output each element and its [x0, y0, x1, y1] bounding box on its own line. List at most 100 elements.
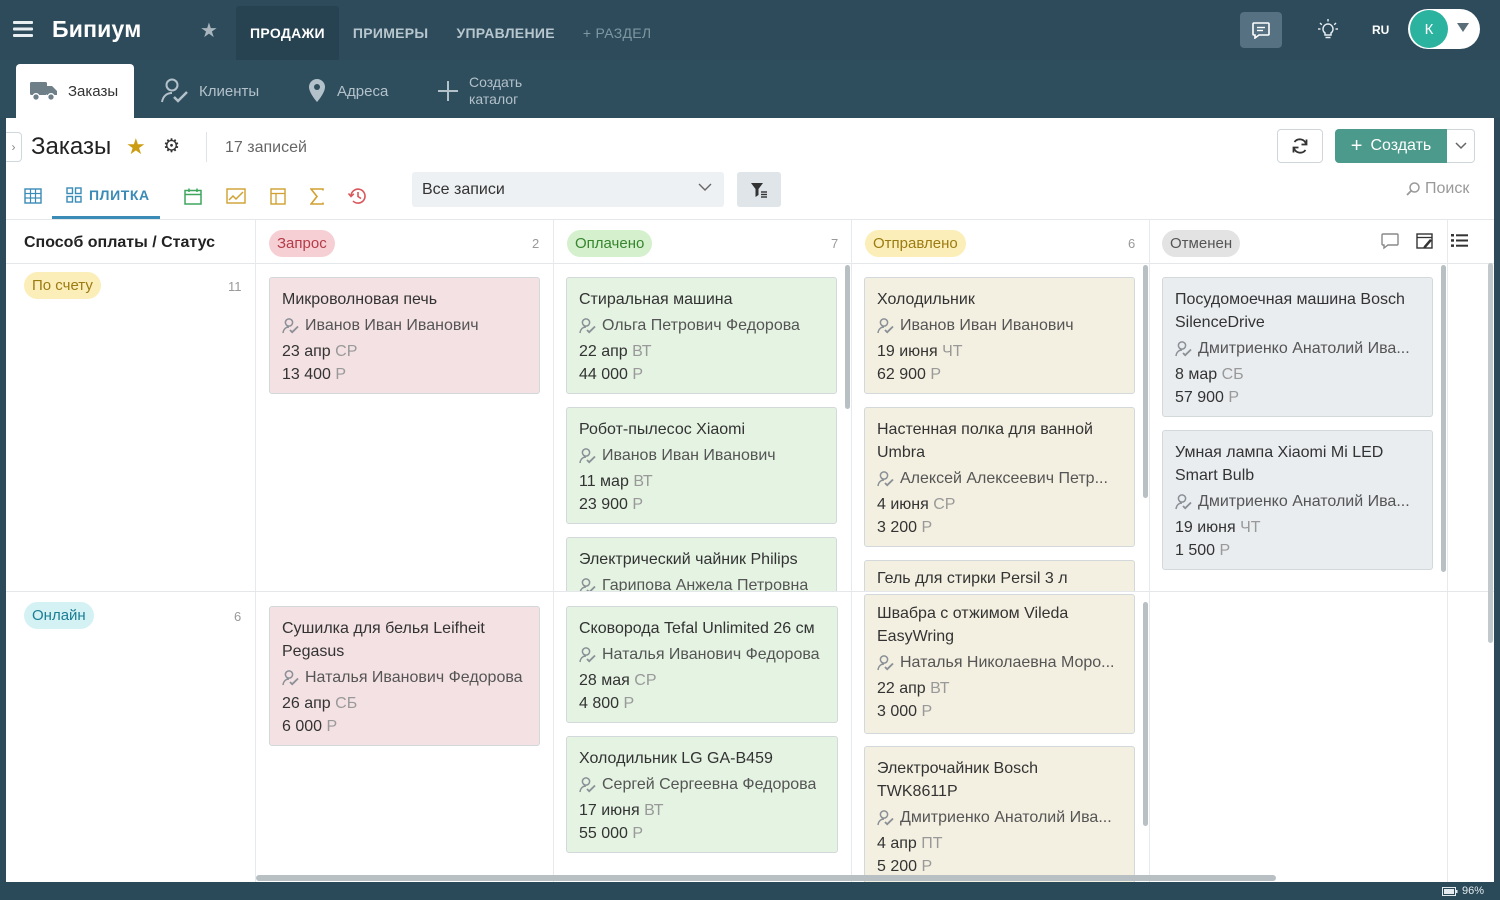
card-title: Электрический чайник Philips — [579, 551, 798, 568]
nav-examples[interactable]: ПРИМЕРЫ — [339, 6, 443, 60]
avatar[interactable]: К — [1410, 10, 1448, 48]
menu-icon[interactable] — [13, 20, 33, 38]
user-icon — [877, 654, 894, 670]
tab-clients-label: Клиенты — [199, 82, 260, 100]
tab-clients[interactable]: Клиенты — [161, 64, 259, 118]
search-label: Поиск — [1425, 180, 1470, 197]
view-history-button[interactable] — [347, 173, 367, 219]
chevron-down-icon — [1454, 142, 1467, 150]
horizontal-scrollbar[interactable] — [256, 875, 1276, 881]
group-count-online: 6 — [234, 609, 242, 624]
view-chart-button[interactable] — [226, 173, 246, 219]
gear-icon[interactable]: ⚙ — [163, 135, 180, 158]
favorite-star-icon[interactable]: ★ — [126, 134, 146, 160]
status-badge-paid[interactable]: Оплачено — [567, 230, 653, 257]
tab-orders[interactable]: Заказы — [16, 64, 135, 118]
user-icon — [1175, 340, 1192, 356]
scrollbar[interactable] — [845, 265, 850, 409]
language-switch[interactable]: RU — [1372, 23, 1389, 37]
user-icon — [579, 646, 596, 662]
user-icon — [877, 809, 894, 825]
tile-icon — [66, 186, 82, 203]
create-catalog-button[interactable]: Создать каталог — [437, 64, 522, 118]
card-client: Наталья Иванович Федорова — [579, 643, 825, 666]
edit-card-icon[interactable] — [1416, 233, 1434, 250]
order-card[interactable]: Электрический чайник Philips Гарипова Ан… — [566, 537, 837, 591]
main-panel: › Заказы ★ ⚙ 17 записей + Создать ПЛИТКА — [6, 118, 1494, 882]
create-catalog-line2: каталог — [469, 91, 519, 107]
card-title: Холодильник LG GA-B459 — [579, 750, 773, 767]
lightbulb-icon[interactable] — [1318, 19, 1338, 41]
chevron-down-icon[interactable] — [1457, 23, 1469, 32]
order-card[interactable]: Робот-пылесос Xiaomi Иванов Иван Иванови… — [566, 407, 837, 524]
card-client: Наталья Николаевна Моро... — [877, 651, 1122, 674]
history-icon — [347, 188, 366, 204]
card-client: Дмитриенко Анатолий Ива... — [1175, 337, 1420, 360]
top-nav: ПРОДАЖИ ПРИМЕРЫ УПРАВЛЕНИЕ + РАЗДЕЛ — [236, 6, 665, 60]
order-card[interactable]: Настенная полка для ванной Umbra Алексей… — [864, 407, 1135, 547]
divider — [206, 132, 207, 162]
map-pin-icon — [307, 78, 327, 104]
view-tile-button[interactable]: ПЛИТКА — [52, 173, 160, 219]
card-title: Настенная полка для ванной Umbra — [877, 421, 1093, 461]
chat-button[interactable] — [1240, 12, 1282, 48]
plus-icon: + — [1350, 135, 1363, 157]
order-card[interactable]: Сушилка для белья Leifheit Pegasus Натал… — [269, 606, 540, 746]
create-dropdown-button[interactable] — [1447, 129, 1475, 163]
view-sum-button[interactable] — [309, 173, 324, 219]
column-divider — [553, 219, 554, 882]
view-calendar-button[interactable] — [184, 173, 202, 219]
user-menu[interactable]: К — [1408, 9, 1480, 49]
order-card[interactable]: Стиральная машина Ольга Петрович Федоров… — [566, 277, 837, 394]
status-badge-sent[interactable]: Отправлено — [865, 230, 966, 257]
user-icon — [877, 317, 894, 333]
status-badge-cancelled[interactable]: Отменен — [1162, 230, 1241, 257]
order-card[interactable]: Электрочайник Bosch TWK8611P Дмитриенко … — [864, 746, 1135, 882]
order-card[interactable]: Гель для стирки Persil 3 л — [864, 560, 1135, 591]
comment-icon[interactable] — [1381, 233, 1399, 250]
nav-add-section[interactable]: + РАЗДЕЛ — [569, 6, 666, 60]
collapse-sidebar-button[interactable]: › — [6, 132, 22, 162]
tab-addresses-label: Адреса — [337, 82, 389, 100]
card-client: Дмитриенко Анатолий Ива... — [1175, 490, 1420, 513]
card-title: Стиральная машина — [579, 291, 733, 308]
page-scrollbar[interactable] — [1488, 263, 1493, 643]
favorites-star-icon[interactable]: ★ — [200, 18, 218, 43]
order-card[interactable]: Холодильник LG GA-B459 Сергей Сергеевна … — [566, 736, 838, 853]
nav-management[interactable]: УПРАВЛЕНИЕ — [442, 6, 568, 60]
filter-select[interactable]: Все записи — [412, 172, 724, 207]
card-title: Посудомоечная машина Bosch SilenceDrive — [1175, 291, 1405, 331]
nav-sales[interactable]: ПРОДАЖИ — [236, 6, 339, 60]
column-divider — [1447, 219, 1448, 882]
order-card[interactable]: Холодильник Иванов Иван Иванович 19 июня… — [864, 277, 1135, 394]
card-client: Дмитриенко Анатолий Ива... — [877, 806, 1122, 829]
order-card[interactable]: Посудомоечная машина Bosch SilenceDrive … — [1162, 277, 1433, 417]
card-title: Микроволновая печь — [282, 291, 438, 308]
order-card[interactable]: Сковорода Tefal Unlimited 26 см Наталья … — [566, 606, 838, 723]
scrollbar[interactable] — [1143, 602, 1148, 826]
filter-settings-button[interactable] — [737, 172, 781, 207]
search-icon — [1406, 182, 1420, 196]
list-icon[interactable] — [1451, 233, 1468, 248]
order-card[interactable]: Умная лампа Xiaomi Mi LED Smart Bulb Дми… — [1162, 430, 1433, 570]
group-badge-invoice[interactable]: По счету — [24, 272, 101, 299]
app-logo[interactable]: Бипиум — [52, 16, 141, 43]
refresh-button[interactable] — [1277, 129, 1323, 163]
tab-addresses[interactable]: Адреса — [307, 64, 388, 118]
chat-icon — [1252, 21, 1270, 39]
order-card[interactable]: Микроволновая печь Иванов Иван Иванович … — [269, 277, 540, 394]
sigma-icon — [309, 187, 324, 205]
user-icon — [579, 776, 596, 792]
card-client: Гарипова Анжела Петровна — [579, 574, 824, 591]
create-button[interactable]: + Создать — [1335, 129, 1447, 163]
status-count-paid: 7 — [831, 236, 839, 251]
scrollbar[interactable] — [1143, 265, 1148, 498]
scrollbar[interactable] — [1441, 265, 1446, 572]
refresh-icon — [1292, 138, 1308, 154]
search-button[interactable]: Поиск — [1406, 180, 1469, 198]
view-table-button[interactable] — [24, 173, 42, 219]
order-card[interactable]: Швабра с отжимом Vileda EasyWring Наталь… — [864, 594, 1135, 734]
view-report-button[interactable] — [270, 173, 286, 219]
group-badge-online[interactable]: Онлайн — [24, 602, 94, 629]
status-badge-request[interactable]: Запрос — [269, 230, 335, 257]
